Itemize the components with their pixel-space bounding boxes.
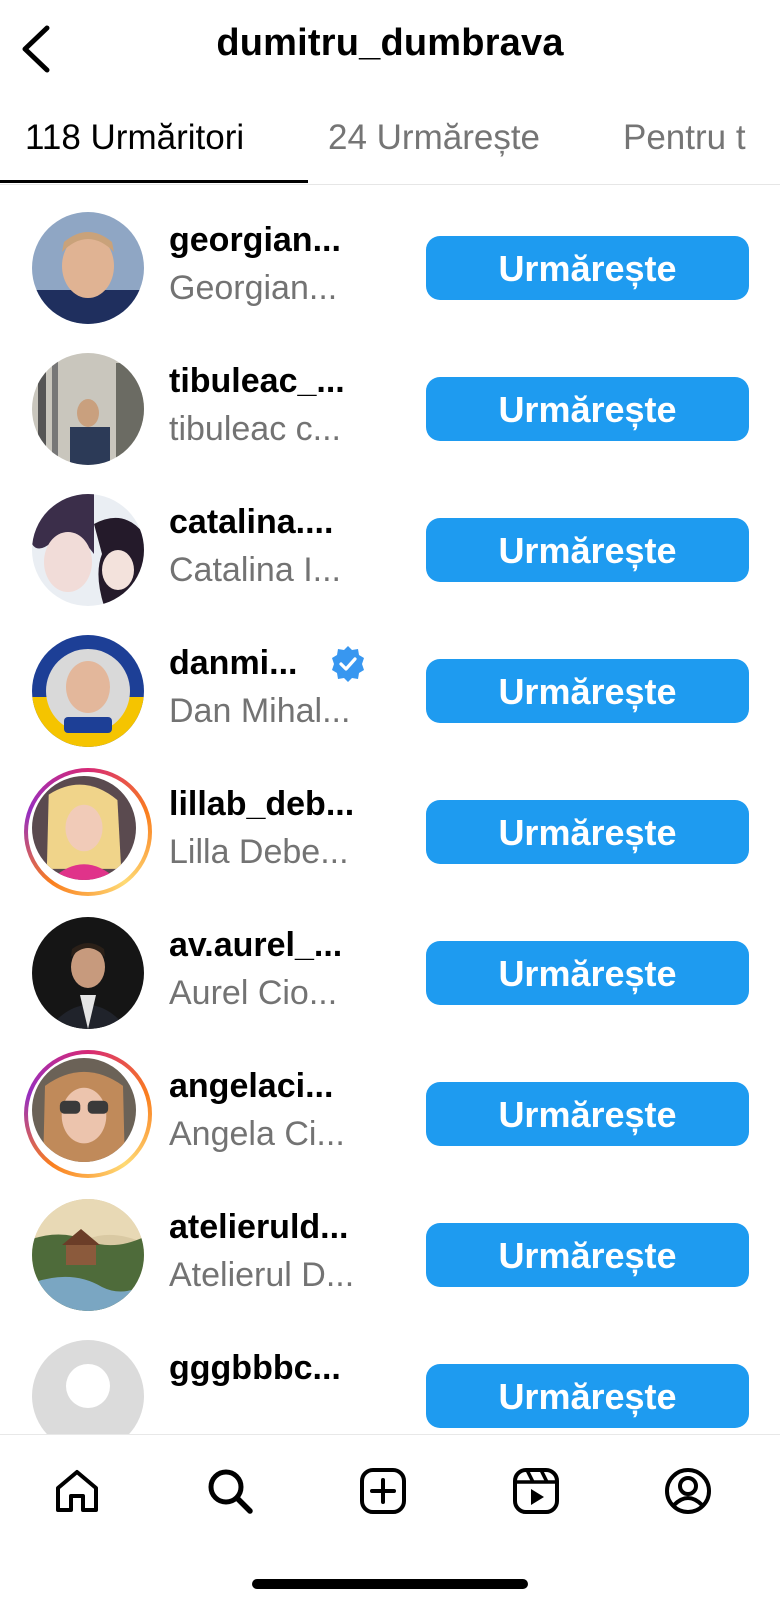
- avatar[interactable]: [32, 776, 136, 880]
- username[interactable]: danmi...: [169, 644, 297, 683]
- full-name: tibuleac c...: [169, 410, 341, 448]
- follow-button[interactable]: Urmărește: [426, 236, 749, 300]
- username[interactable]: atelieruld...: [169, 1208, 349, 1247]
- follow-button[interactable]: Urmărește: [426, 800, 749, 864]
- nav-profile[interactable]: [660, 1463, 716, 1519]
- avatar[interactable]: [32, 1340, 144, 1434]
- search-icon: [208, 1469, 253, 1514]
- avatar[interactable]: [32, 635, 144, 747]
- bottom-nav: [0, 1434, 780, 1601]
- nav-home[interactable]: [49, 1463, 105, 1519]
- profile-icon: [665, 1468, 711, 1514]
- username[interactable]: catalina....: [169, 503, 333, 542]
- verified-badge-icon: [332, 646, 364, 682]
- full-name: Atelierul D...: [169, 1256, 355, 1294]
- full-name: Angela Ci...: [169, 1115, 345, 1153]
- active-tab-indicator: [0, 180, 308, 183]
- follow-button[interactable]: Urmărește: [426, 941, 749, 1005]
- username[interactable]: georgian...: [169, 221, 341, 260]
- create-icon: [360, 1468, 406, 1514]
- home-indicator: [252, 1579, 528, 1589]
- avatar[interactable]: [32, 494, 144, 606]
- avatar[interactable]: [32, 212, 144, 324]
- follow-button[interactable]: Urmărește: [426, 377, 749, 441]
- follow-button[interactable]: Urmărește: [426, 659, 749, 723]
- username[interactable]: gggbbbc...: [169, 1349, 341, 1388]
- story-ring: [24, 768, 152, 896]
- full-name: Dan Mihal...: [169, 692, 351, 730]
- followers-list: georgian... Georgian... Urmărește tibule…: [0, 184, 780, 1434]
- list-item: angelaci... Angela Ci... Urmărește: [0, 1030, 780, 1178]
- list-item: catalina.... Catalina I... Urmărește: [0, 466, 780, 610]
- list-item: av.aurel_... Aurel Cio... Urmărește: [0, 889, 780, 1033]
- avatar[interactable]: [32, 1058, 136, 1162]
- username[interactable]: av.aurel_...: [169, 926, 342, 965]
- avatar[interactable]: [32, 917, 144, 1029]
- username[interactable]: tibuleac_...: [169, 362, 345, 401]
- list-item: gggbbbc... Urmărește: [0, 1312, 780, 1434]
- tab-for-you[interactable]: Pentru t: [623, 118, 746, 158]
- avatar[interactable]: [32, 1199, 144, 1311]
- list-item: lillab_deb... Lilla Debe... Urmărește: [0, 748, 780, 896]
- nav-search[interactable]: [202, 1463, 258, 1519]
- follow-button[interactable]: Urmărește: [426, 1364, 749, 1428]
- nav-create[interactable]: [355, 1463, 411, 1519]
- full-name: Aurel Cio...: [169, 974, 338, 1012]
- full-name: Georgian...: [169, 269, 338, 307]
- tab-following[interactable]: 24 Urmărește: [328, 118, 540, 158]
- list-item: georgian... Georgian... Urmărește: [0, 184, 780, 328]
- follow-button[interactable]: Urmărește: [426, 1082, 749, 1146]
- nav-reels[interactable]: [508, 1463, 564, 1519]
- story-ring: [24, 1050, 152, 1178]
- list-item: tibuleac_... tibuleac c... Urmărește: [0, 325, 780, 469]
- full-name: Catalina I...: [169, 551, 341, 589]
- follow-button[interactable]: Urmărește: [426, 1223, 749, 1287]
- list-item: atelieruld... Atelierul D... Urmărește: [0, 1171, 780, 1315]
- tab-bar: 118 Urmăritori 24 Urmărește Pentru t: [0, 100, 780, 185]
- reels-icon: [513, 1468, 559, 1514]
- header: dumitru_dumbrava: [0, 0, 780, 100]
- username[interactable]: angelaci...: [169, 1067, 333, 1106]
- username[interactable]: lillab_deb...: [169, 785, 354, 824]
- tab-followers[interactable]: 118 Urmăritori: [25, 118, 244, 158]
- full-name: Lilla Debe...: [169, 833, 349, 871]
- page-title: dumitru_dumbrava: [216, 22, 564, 64]
- home-icon: [56, 1470, 98, 1512]
- follow-button[interactable]: Urmărește: [426, 518, 749, 582]
- list-item: danmi... Dan Mihal... Urmărește: [0, 607, 780, 751]
- avatar[interactable]: [32, 353, 144, 465]
